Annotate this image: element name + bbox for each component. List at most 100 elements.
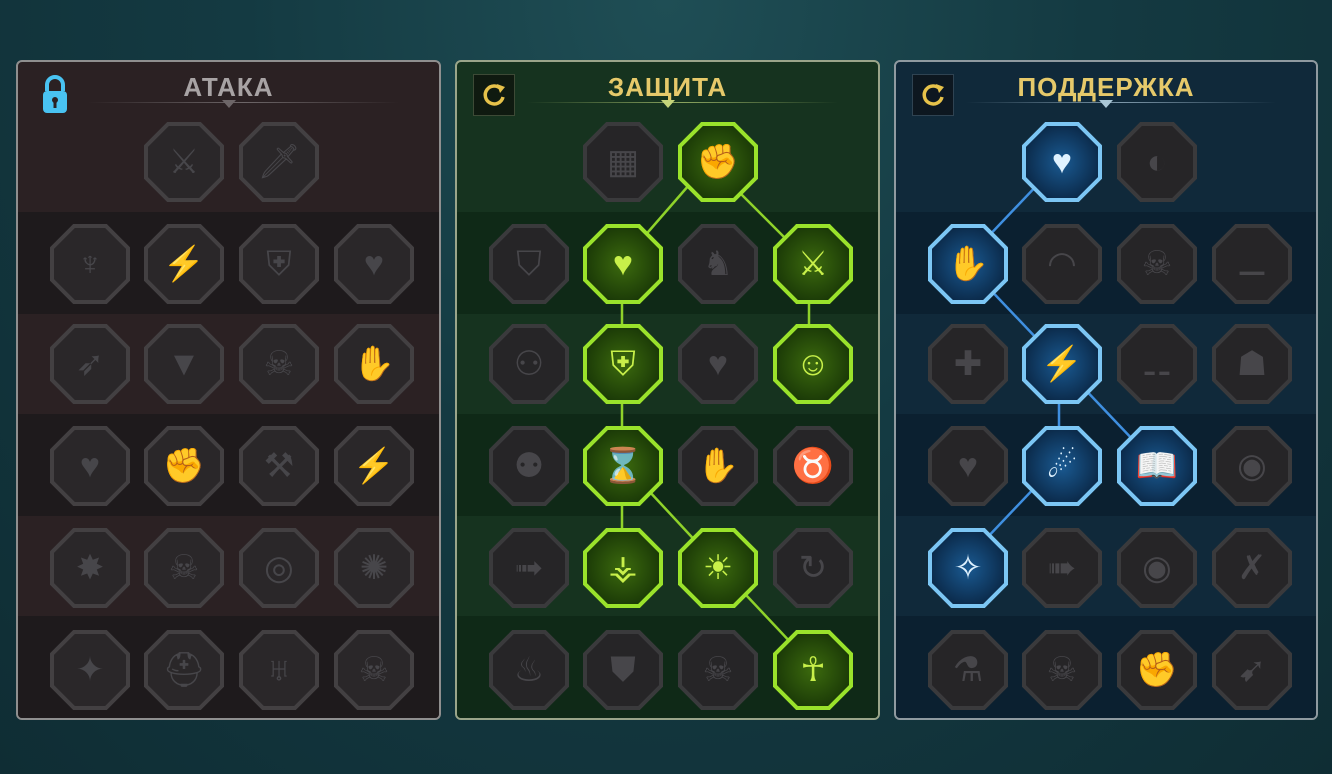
chest-armor-icon: ⛉ — [516, 245, 542, 283]
support-panel: ПОДДЕРЖКА ♥ ◐ ✋ ◠ ☠ ⚊ ✚ ⚡ ⚋ ☗ ♥ ☄ 📖 ◉ ✧ ➠ ◉ ✗ ⚗ ☠ ✊ ➹ — [894, 60, 1318, 720]
claw-drops-skill-node[interactable]: ⚶ — [583, 528, 663, 608]
lightning-skill-node[interactable]: ⚡ — [1022, 324, 1102, 404]
knight-shield-skill-node[interactable]: ⛨ — [583, 324, 663, 404]
sword-sparkle-skill-node[interactable]: ✦ — [50, 630, 130, 710]
blade-slash-skill-node[interactable]: ⚡ — [144, 224, 224, 304]
hand-blade-skill-node[interactable]: ✋ — [334, 324, 414, 404]
helmet-face-skill-node[interactable]: ⛑ — [144, 630, 224, 710]
heart-sword-skill-node[interactable]: ♥ — [50, 426, 130, 506]
eye-skill-node[interactable]: ◉ — [1117, 528, 1197, 608]
triple-skull-skill-node[interactable]: ☠ — [144, 528, 224, 608]
broken-legs-skill-node[interactable]: ⚋ — [1117, 324, 1197, 404]
reset-icon — [922, 84, 944, 106]
demon-skill-node[interactable]: ♅ — [239, 630, 319, 710]
boot-icon: ⚊ — [1236, 245, 1268, 283]
crowd-icon: ⚉ — [513, 447, 545, 485]
compass-star-skill-node[interactable]: ✧ — [928, 528, 1008, 608]
reset-icon — [483, 84, 505, 106]
chain-lightning-skill-node[interactable]: ⚡ — [334, 426, 414, 506]
broken-figure-skill-node[interactable]: ✗ — [1212, 528, 1292, 608]
skull-heart-skill-node[interactable]: ♥ — [678, 324, 758, 404]
hand-blade-icon: ✋ — [352, 345, 396, 383]
crossed-swords-skill-node[interactable]: ⚔ — [144, 122, 224, 202]
healing-figure-skill-node[interactable]: ✚ — [928, 324, 1008, 404]
skull-crest-icon: ☠ — [358, 651, 390, 689]
ogre-skill-node[interactable]: ♞ — [678, 224, 758, 304]
bull-skill-node[interactable]: ♉ — [773, 426, 853, 506]
crossed-blades-icon: ⚔ — [797, 245, 829, 283]
lock-icon[interactable] — [34, 74, 76, 116]
skull-skill-node[interactable]: ☠ — [239, 324, 319, 404]
horned-figure-skill-node[interactable]: ♆ — [50, 224, 130, 304]
burning-heart-skill-node[interactable]: ♥ — [583, 224, 663, 304]
broken-figure-icon: ✗ — [1237, 549, 1267, 587]
fist-crest-icon: ✊ — [1135, 651, 1179, 689]
hand-skill-node[interactable]: ✋ — [678, 426, 758, 506]
dome-shield-skill-node[interactable]: ◠ — [1022, 224, 1102, 304]
crossed-swords-icon: ⚔ — [168, 143, 200, 181]
skull-crest-skill-node[interactable]: ☠ — [334, 630, 414, 710]
hourglass-skill-node[interactable]: ⌛ — [583, 426, 663, 506]
eagle-skill-node[interactable]: ➹ — [1212, 630, 1292, 710]
lightning-icon: ⚡ — [1040, 345, 1084, 383]
running-figure-skill-node[interactable]: ➟ — [489, 528, 569, 608]
figure-pair-skill-node[interactable]: ⚇ — [489, 324, 569, 404]
sword-burst-icon: ✸ — [75, 549, 105, 587]
bearded-skull-skill-node[interactable]: ☠ — [678, 630, 758, 710]
crossed-blades-skill-node[interactable]: ⚔ — [773, 224, 853, 304]
meteor-skill-node[interactable]: ☄ — [1022, 426, 1102, 506]
armor-plates-skill-node[interactable]: ▦ — [583, 122, 663, 202]
body-burst-skill-node[interactable]: ✺ — [334, 528, 414, 608]
boot-skill-node[interactable]: ⚊ — [1212, 224, 1292, 304]
chained-heart-skill-node[interactable]: ♥ — [928, 426, 1008, 506]
triple-skull-icon: ☠ — [168, 549, 200, 587]
body-burst-icon: ✺ — [359, 549, 389, 587]
angry-eyes-skill-node[interactable]: ◉ — [1212, 426, 1292, 506]
crescent-eye-skill-node[interactable]: ◐ — [1117, 122, 1197, 202]
potion-skill-node[interactable]: ⚗ — [928, 630, 1008, 710]
crowd-skill-node[interactable]: ⚉ — [489, 426, 569, 506]
strong-figure-skill-node[interactable]: ☥ — [773, 630, 853, 710]
fist-icon: ✊ — [162, 447, 206, 485]
speed-boot-skill-node[interactable]: ➠ — [1022, 528, 1102, 608]
bald-figure-skill-node[interactable]: ☗ — [1212, 324, 1292, 404]
title-divider — [527, 102, 838, 103]
chained-heart-icon: ♥ — [957, 447, 979, 485]
fiery-face-skill-node[interactable]: ♨ — [489, 630, 569, 710]
fist-skill-node[interactable]: ✊ — [144, 426, 224, 506]
chest-armor-skill-node[interactable]: ⛉ — [489, 224, 569, 304]
skull-dark-skill-node[interactable]: ☠ — [1022, 630, 1102, 710]
demon-icon: ♅ — [266, 651, 292, 689]
shield-arrow-skill-node[interactable]: ⛨ — [239, 224, 319, 304]
praying-hands-skill-node[interactable]: ✋ — [928, 224, 1008, 304]
sword-sparkle-icon: ✦ — [75, 651, 105, 689]
reset-button[interactable] — [912, 74, 954, 116]
ogre-icon: ♞ — [702, 245, 734, 283]
daggers-skill-node[interactable]: 🗡 — [239, 122, 319, 202]
fangs-icon: ▼ — [167, 345, 201, 383]
swirl-skull-skill-node[interactable]: ☠ — [1117, 224, 1197, 304]
arrow-swirl-skill-node[interactable]: ↻ — [773, 528, 853, 608]
halo-face-skill-node[interactable]: ☺ — [773, 324, 853, 404]
chain-lightning-icon: ⚡ — [352, 447, 396, 485]
arrows-body-icon: ➶ — [75, 345, 105, 383]
bracer-shield-skill-node[interactable]: ⛊ — [583, 630, 663, 710]
open-book-skill-node[interactable]: 📖 — [1117, 426, 1197, 506]
title-caret — [1099, 100, 1113, 108]
panel-title: ПОДДЕРЖКА — [1017, 72, 1195, 102]
sword-burst-skill-node[interactable]: ✸ — [50, 528, 130, 608]
fist-crest-skill-node[interactable]: ✊ — [1117, 630, 1197, 710]
raised-fist-skill-node[interactable]: ✊ — [678, 122, 758, 202]
heart-plus-skill-node[interactable]: ♥ — [1022, 122, 1102, 202]
sun-skull-skill-node[interactable]: ☀ — [678, 528, 758, 608]
sword-arc-skill-node[interactable]: ◎ — [239, 528, 319, 608]
fangs-skill-node[interactable]: ▼ — [144, 324, 224, 404]
panel-title: АТАКА — [183, 72, 274, 102]
heart-spikes-skill-node[interactable]: ♥ — [334, 224, 414, 304]
halo-face-icon: ☺ — [795, 345, 831, 383]
reset-button[interactable] — [473, 74, 515, 116]
title-caret — [221, 100, 236, 108]
arrows-body-skill-node[interactable]: ➶ — [50, 324, 130, 404]
axe-skill-node[interactable]: ⚒ — [239, 426, 319, 506]
title-divider — [966, 102, 1276, 103]
